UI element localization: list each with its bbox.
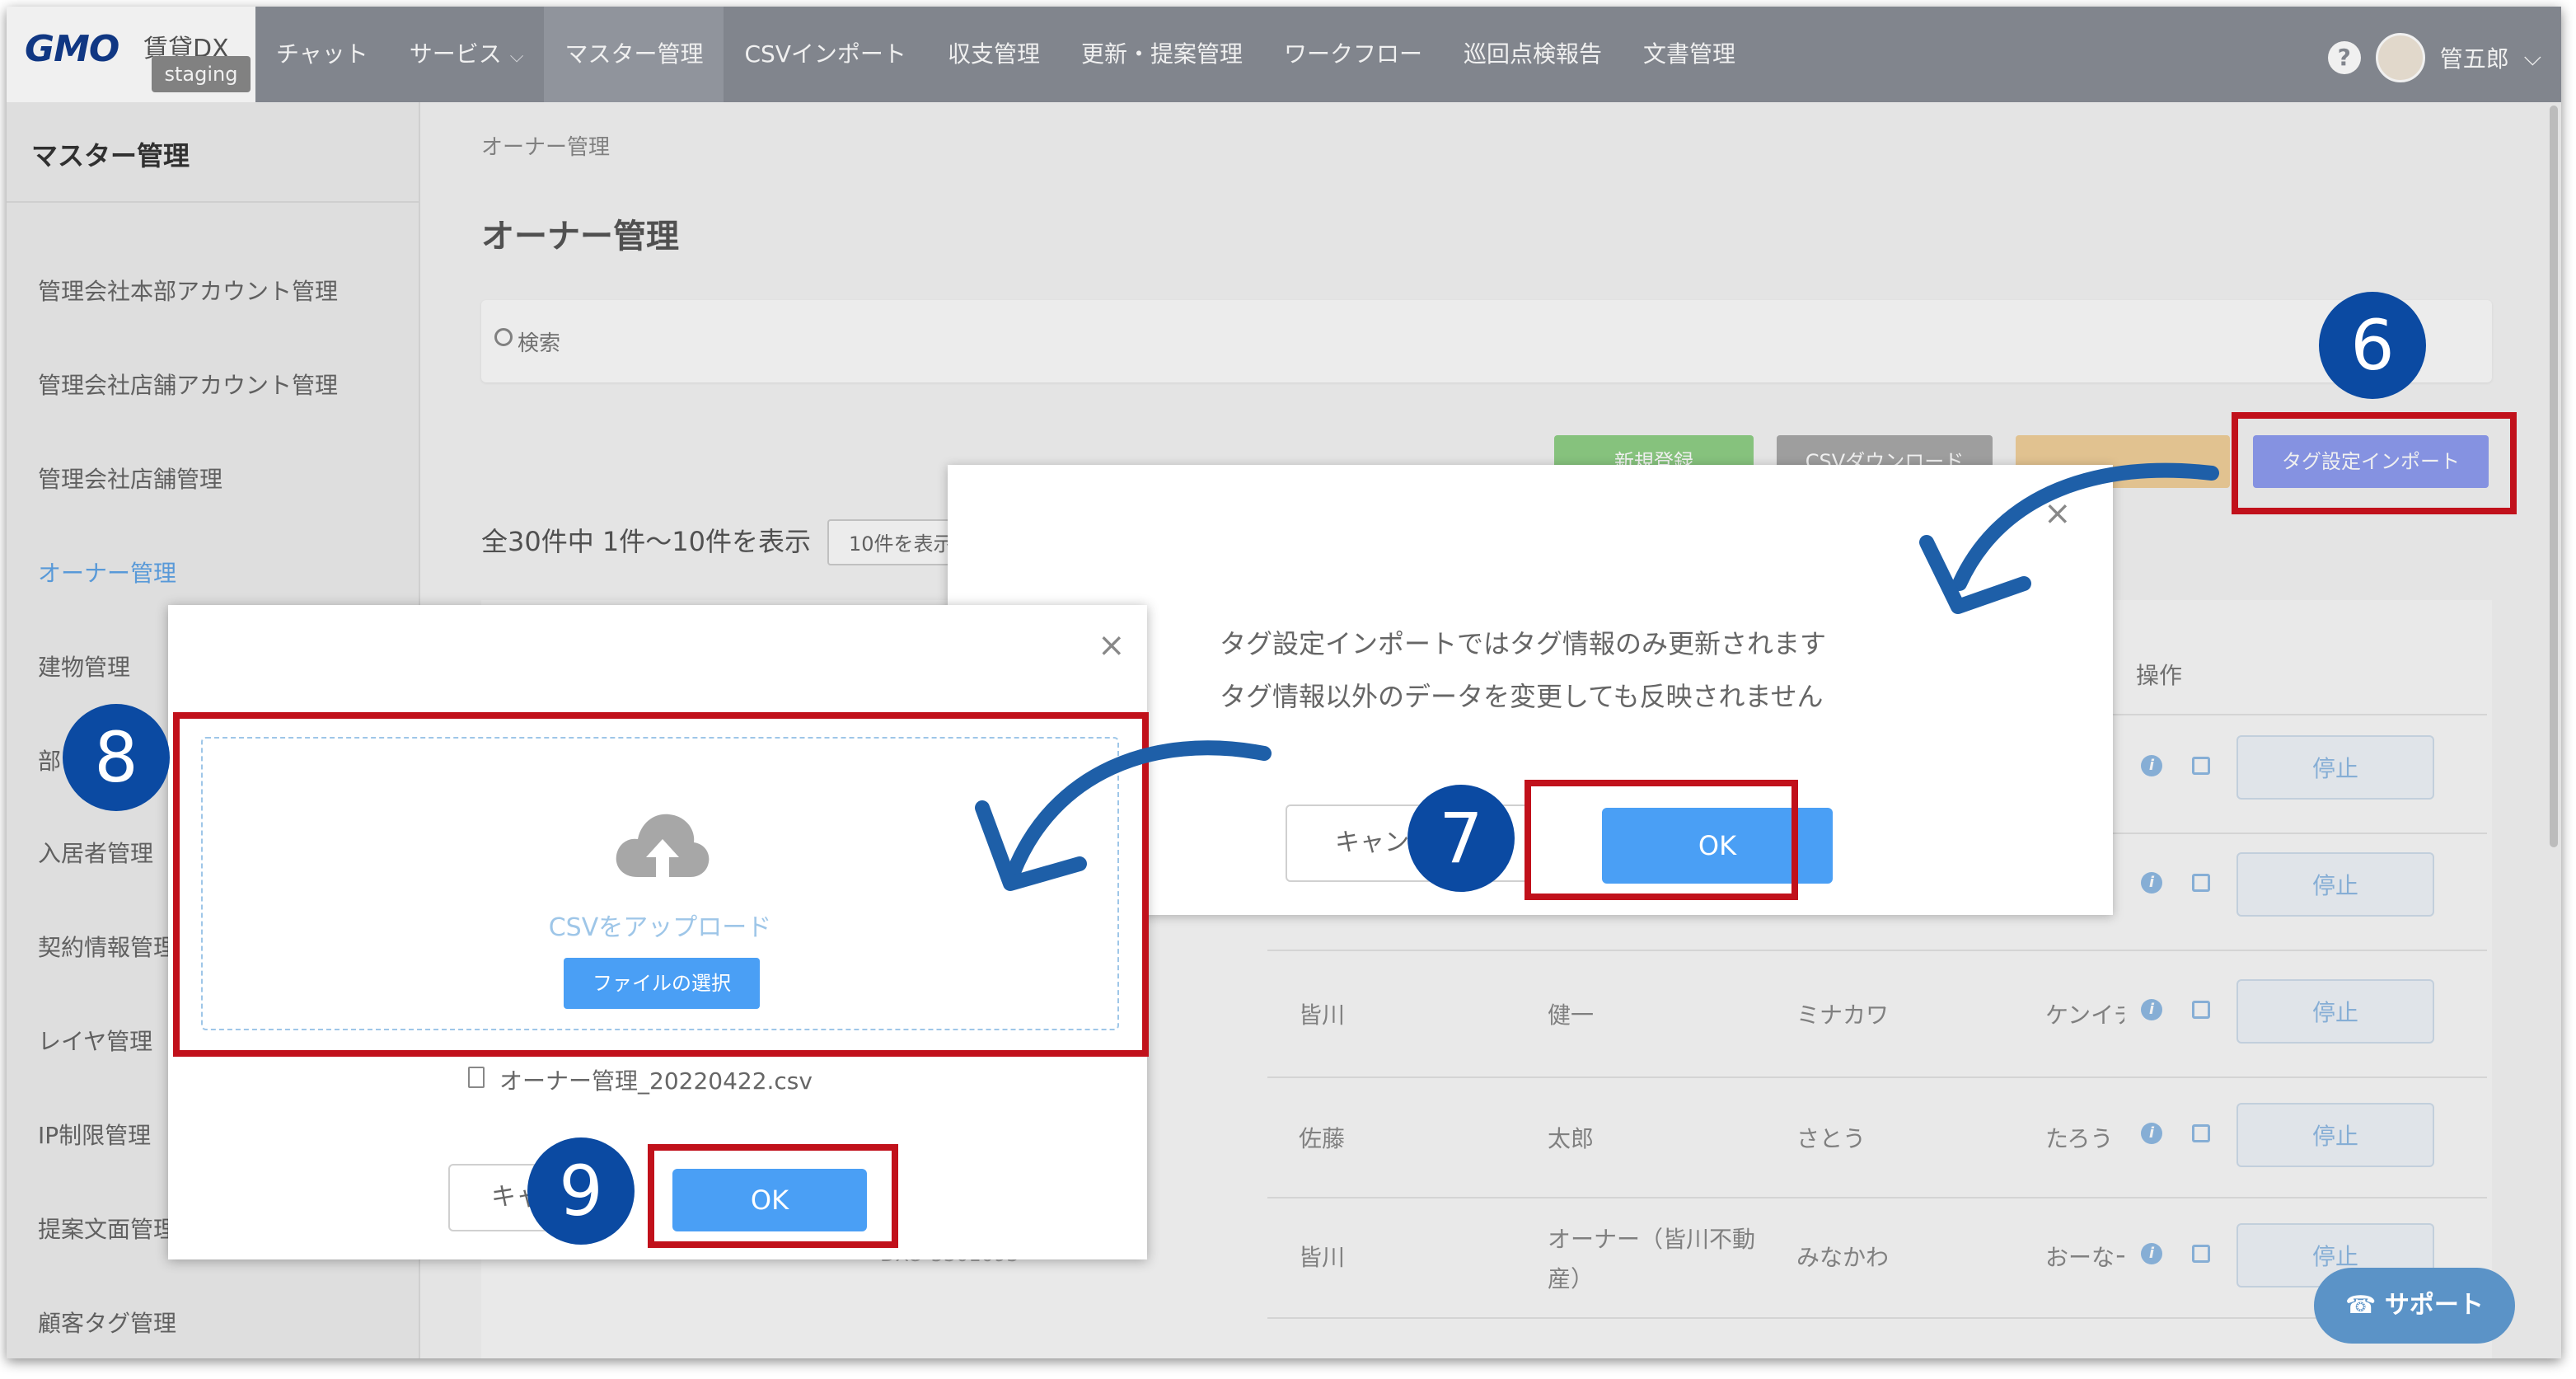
step-9-marker: 9 xyxy=(527,1137,635,1245)
annotation-arrows xyxy=(975,462,2219,891)
app-window: GMO 賃貸DX staging チャット サービス ⌵ マスター管理 CSVイン… xyxy=(7,7,2561,1358)
arrow-step7 xyxy=(1952,462,2219,591)
step-8-marker: 8 xyxy=(63,704,170,811)
step-6-marker: 6 xyxy=(2319,292,2426,399)
support-button[interactable]: ☎ サポート xyxy=(2314,1268,2515,1344)
phone-icon: ☎ xyxy=(2345,1291,2377,1320)
arrow-step8 xyxy=(1006,740,1272,879)
step-7-marker: 7 xyxy=(1407,785,1515,892)
support-label: サポート xyxy=(2384,1291,2484,1320)
